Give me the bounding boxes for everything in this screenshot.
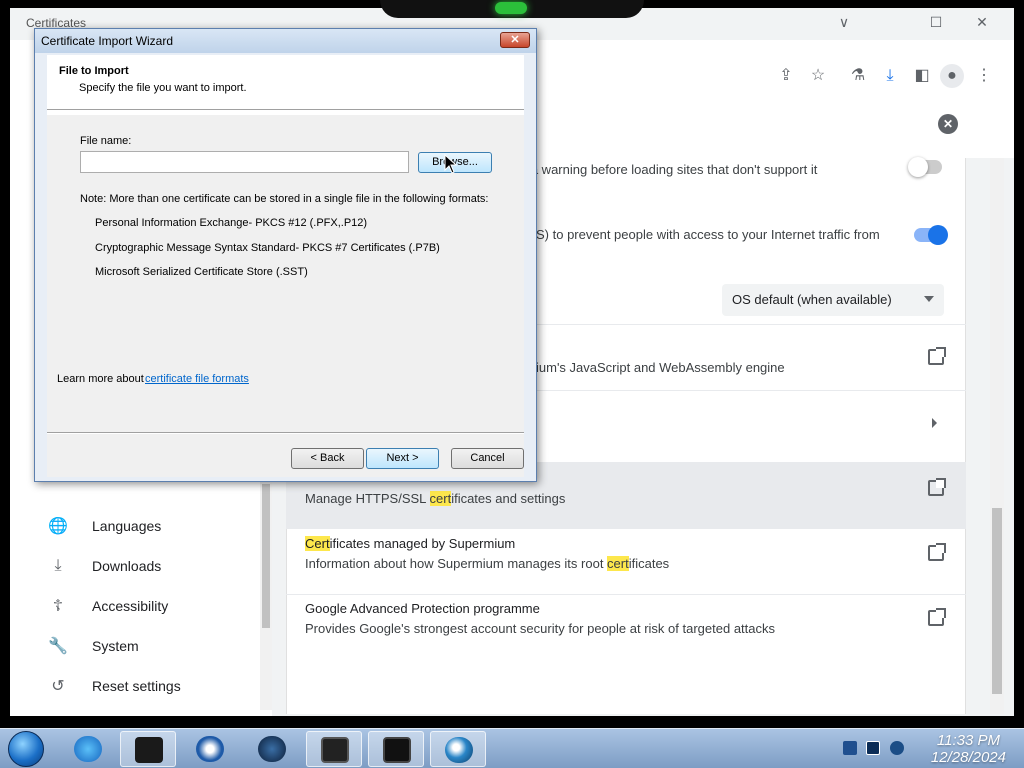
dropdown-arrow-icon xyxy=(924,296,934,302)
labs-icon[interactable]: ⚗ xyxy=(846,64,870,88)
taskbar: 11:33 PM 12/28/2024 xyxy=(0,728,1024,768)
cancel-button[interactable]: Cancel xyxy=(451,448,524,469)
certificates-managed-description: Information about how Supermium manages … xyxy=(305,556,670,571)
sidebar-item-label: System xyxy=(92,638,139,654)
clock-date: 12/28/2024 xyxy=(930,749,1006,766)
sidebar-item-label: Languages xyxy=(92,518,162,534)
external-link-icon[interactable] xyxy=(928,478,946,496)
menu-icon[interactable]: ⋮ xyxy=(972,64,996,88)
external-link-icon[interactable] xyxy=(928,543,946,561)
share-icon[interactable]: ⇪ xyxy=(774,64,798,88)
wizard-subtitle: Specify the file you want to import. xyxy=(79,82,247,94)
manage-certificates-description: Manage HTTPS/SSL certificates and settin… xyxy=(305,491,566,506)
next-button[interactable]: Next > xyxy=(366,448,439,469)
dialog-title: Certificate Import Wizard xyxy=(41,34,174,48)
learn-more-text: Learn more about xyxy=(57,373,144,385)
chevron-right-icon xyxy=(932,418,937,428)
side-panel-icon[interactable]: ◧ xyxy=(910,64,934,88)
volume-tray-icon[interactable] xyxy=(890,741,904,755)
notch-indicator xyxy=(495,2,527,14)
certificates-managed-title: Certificates managed by Supermium xyxy=(305,536,516,551)
mouse-cursor-icon xyxy=(444,154,458,174)
display-icon xyxy=(383,737,411,763)
advanced-protection-description: Provides Google's strongest account secu… xyxy=(305,621,775,636)
settings-sidebar: 🌐 Languages ⤓ Downloads ☦ Accessibility … xyxy=(18,478,258,708)
download-icon[interactable]: ⤓ xyxy=(878,64,902,88)
clear-search-icon[interactable]: ✕ xyxy=(938,114,958,134)
sidebar-item-languages[interactable]: 🌐 Languages xyxy=(18,508,258,544)
format-item: Cryptographic Message Syntax Standard- P… xyxy=(95,242,440,254)
profile-avatar-icon[interactable]: ● xyxy=(940,64,964,88)
dns-provider-select[interactable]: OS default (when available) xyxy=(722,284,944,316)
sidebar-item-label: Downloads xyxy=(92,558,162,574)
external-link-icon[interactable] xyxy=(928,608,946,626)
external-link-icon[interactable] xyxy=(928,347,946,365)
sidebar-item-label: Accessibility xyxy=(92,598,169,614)
v8-optimizer-description: ium's JavaScript and WebAssembly engine xyxy=(536,360,785,375)
secure-dns-description: S) to prevent people with access to your… xyxy=(536,227,880,242)
header-divider xyxy=(47,109,524,111)
media-player-icon xyxy=(196,736,224,762)
taskbar-ie[interactable] xyxy=(60,731,116,767)
close-window-button[interactable]: ✕ xyxy=(970,14,994,31)
dns-provider-value: OS default (when available) xyxy=(732,292,892,307)
secure-connections-description: e a warning before loading sites that do… xyxy=(520,162,818,177)
supermium-icon xyxy=(445,737,473,763)
start-button[interactable] xyxy=(8,731,44,767)
globe-icon: 🌐 xyxy=(48,518,68,535)
file-name-label: File name: xyxy=(80,135,132,147)
https-first-toggle[interactable] xyxy=(908,157,942,177)
wrench-icon: 🔧 xyxy=(48,638,68,655)
internet-explorer-icon xyxy=(74,736,102,762)
certificate-import-wizard: Certificate Import Wizard ✕ File to Impo… xyxy=(34,28,537,482)
sidebar-item-accessibility[interactable]: ☦ Accessibility xyxy=(18,588,258,624)
wizard-section-title: File to Import xyxy=(59,65,129,77)
taskbar-media-player[interactable] xyxy=(182,731,238,767)
system-clock[interactable]: 11:33 PM 12/28/2024 xyxy=(931,732,1006,766)
minimize-button[interactable]: ∨ xyxy=(832,14,856,31)
dialog-close-button[interactable]: ✕ xyxy=(500,32,530,48)
globe-app-icon xyxy=(258,736,286,762)
monitor-icon xyxy=(321,737,349,763)
footer-divider xyxy=(47,432,524,434)
maximize-button[interactable]: ☐ xyxy=(924,14,948,31)
taskbar-app-1[interactable] xyxy=(120,731,176,767)
sidebar-item-downloads[interactable]: ⤓ Downloads xyxy=(18,548,258,584)
sidebar-scrollbar-thumb[interactable] xyxy=(262,484,270,628)
accessibility-icon: ☦ xyxy=(52,598,64,615)
terminal-icon xyxy=(135,737,163,763)
advanced-protection-title: Google Advanced Protection programme xyxy=(305,601,540,616)
sidebar-item-label: Reset settings xyxy=(92,678,181,694)
taskbar-app-5[interactable] xyxy=(306,731,362,767)
back-button[interactable]: < Back xyxy=(291,448,364,469)
format-item: Personal Information Exchange- PKCS #12 … xyxy=(95,217,368,229)
bookmark-star-icon[interactable]: ☆ xyxy=(806,64,830,88)
clock-time: 11:33 PM xyxy=(936,732,1000,749)
security-tray-icon[interactable] xyxy=(843,741,857,755)
format-item: Microsoft Serialized Certificate Store (… xyxy=(95,266,308,278)
formats-note: Note: More than one certificate can be s… xyxy=(80,193,489,205)
taskbar-app-6[interactable] xyxy=(368,731,424,767)
sidebar-item-system[interactable]: 🔧 System xyxy=(18,628,258,664)
dialog-titlebar[interactable]: Certificate Import Wizard ✕ xyxy=(35,29,536,53)
secure-dns-toggle[interactable] xyxy=(914,225,948,245)
sidebar-item-reset-settings[interactable]: ↺ Reset settings xyxy=(18,668,258,704)
certificate-formats-link[interactable]: certificate file formats xyxy=(145,373,249,385)
taskbar-app-4[interactable] xyxy=(244,731,300,767)
taskbar-supermium[interactable] xyxy=(430,731,486,767)
network-tray-icon[interactable] xyxy=(866,741,880,755)
file-name-input[interactable] xyxy=(80,151,409,173)
main-scrollbar-thumb[interactable] xyxy=(992,508,1002,694)
history-icon: ↺ xyxy=(51,678,65,695)
download-icon: ⤓ xyxy=(54,557,62,574)
